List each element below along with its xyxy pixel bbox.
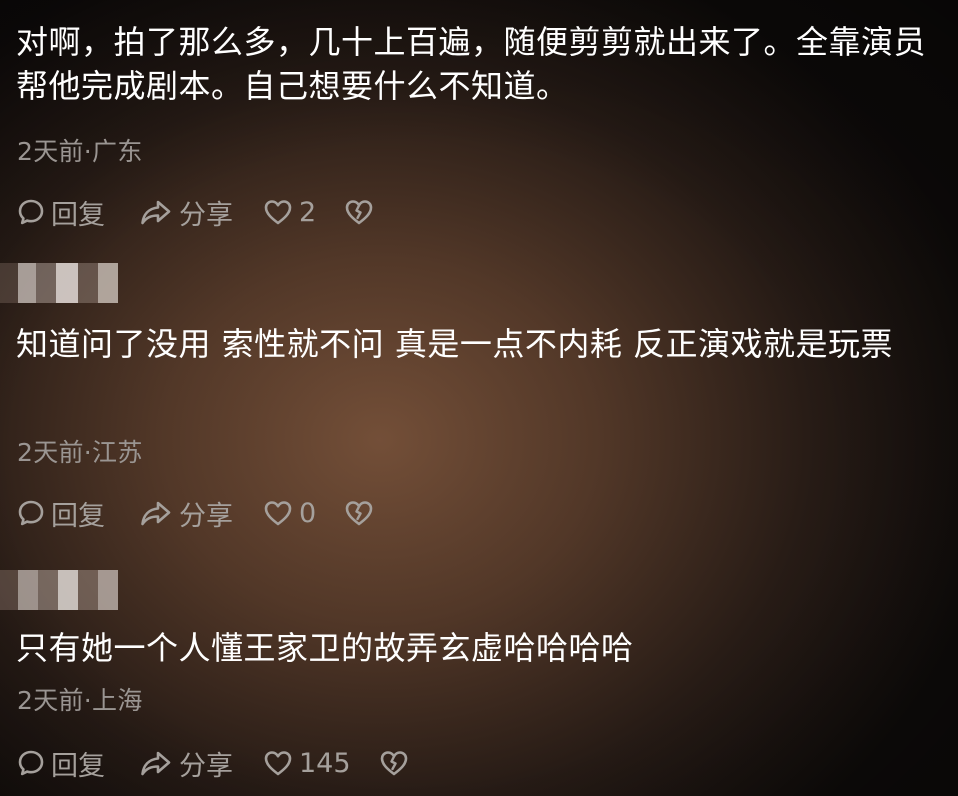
broken-heart-icon: [380, 751, 407, 776]
blurred-username: [0, 570, 118, 610]
share-label: 分享: [179, 500, 233, 532]
like-count: 145: [299, 747, 351, 779]
like-button[interactable]: 145: [263, 746, 351, 780]
comment-actions: 回复 分享 0: [17, 496, 374, 532]
heart-icon: [264, 751, 292, 776]
like-button[interactable]: 2: [263, 195, 316, 229]
speech-bubble-icon: [18, 500, 44, 526]
comment-text: 对啊，拍了那么多，几十上百遍，随便剪剪就出来了。全靠演员帮他完成剧本。自己想要什…: [16, 23, 927, 105]
reply-button[interactable]: 回复: [17, 746, 139, 782]
share-label: 分享: [179, 199, 233, 231]
dislike-button[interactable]: [344, 195, 374, 229]
comment-meta: 2天前·上海: [17, 686, 143, 715]
reply-label: 回复: [51, 750, 105, 782]
share-button[interactable]: 分享: [139, 195, 263, 231]
share-arrow-icon: [141, 751, 171, 776]
heart-icon: [264, 200, 292, 225]
broken-heart-icon: [345, 501, 373, 526]
dislike-button[interactable]: [379, 746, 409, 780]
share-button[interactable]: 分享: [139, 746, 263, 782]
heart-icon: [264, 501, 292, 526]
comment-meta: 2天前·广东: [17, 137, 143, 166]
reply-button[interactable]: 回复: [17, 496, 139, 532]
comment-meta: 2天前·江苏: [17, 438, 143, 467]
broken-heart-icon: [345, 200, 373, 225]
like-count: 2: [299, 196, 317, 228]
speech-bubble-icon: [18, 750, 44, 776]
comment-text: 只有她一个人懂王家卫的故弄玄虚哈哈哈哈: [16, 629, 634, 667]
reply-label: 回复: [51, 199, 105, 231]
comment-actions: 回复 分享 145: [17, 746, 409, 782]
comment-actions: 回复 分享 2: [17, 195, 374, 231]
comment-text: 知道问了没用 索性就不问 真是一点不内耗 反正演戏就是玩票: [16, 325, 894, 363]
comment-item: 只有她一个人懂王家卫的故弄玄虚哈哈哈哈 2天前·上海 回复 分享 145: [0, 560, 958, 796]
share-arrow-icon: [141, 501, 171, 526]
blurred-username: [0, 263, 118, 303]
like-button[interactable]: 0: [263, 496, 316, 530]
share-button[interactable]: 分享: [139, 496, 263, 532]
dislike-button[interactable]: [344, 496, 374, 530]
comment-feed: 对啊，拍了那么多，几十上百遍，随便剪剪就出来了。全靠演员帮他完成剧本。自己想要什…: [0, 0, 958, 796]
speech-bubble-icon: [18, 199, 44, 225]
like-count: 0: [299, 497, 317, 529]
comment-item: 知道问了没用 索性就不问 真是一点不内耗 反正演戏就是玩票 2天前·江苏 回复 …: [0, 255, 958, 545]
share-label: 分享: [179, 750, 233, 782]
comment-item: 对啊，拍了那么多，几十上百遍，随便剪剪就出来了。全靠演员帮他完成剧本。自己想要什…: [0, 0, 958, 240]
share-arrow-icon: [141, 200, 171, 225]
reply-button[interactable]: 回复: [17, 195, 139, 231]
reply-label: 回复: [51, 500, 105, 532]
